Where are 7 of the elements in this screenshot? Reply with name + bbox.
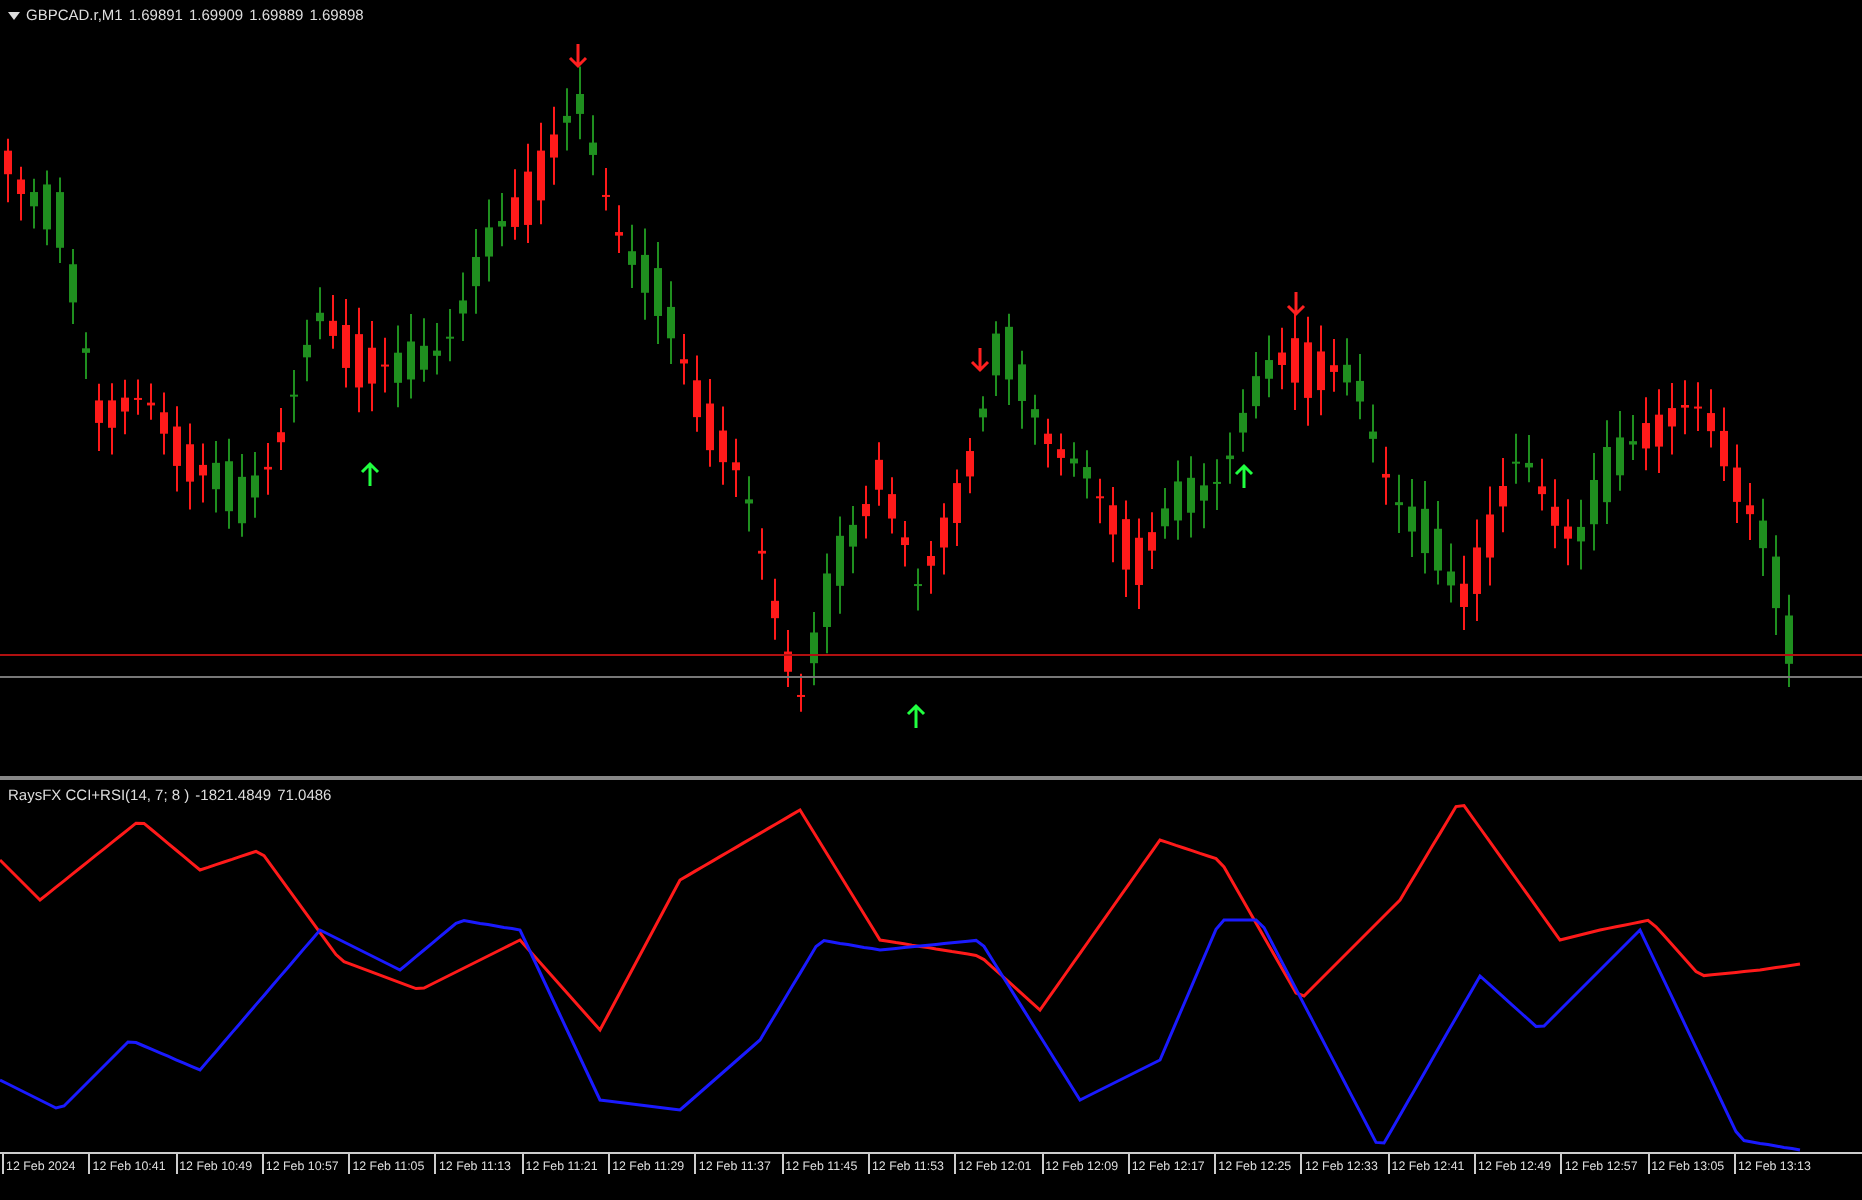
- arrow-down-icon: [970, 346, 990, 373]
- arrow-down-icon: [568, 42, 588, 69]
- arrow-down-icon: [1286, 290, 1306, 317]
- arrow-up-icon: [1234, 463, 1254, 490]
- arrow-up-icon: [906, 703, 926, 730]
- dropdown-icon[interactable]: [8, 11, 20, 19]
- arrow-up-icon: [360, 461, 380, 488]
